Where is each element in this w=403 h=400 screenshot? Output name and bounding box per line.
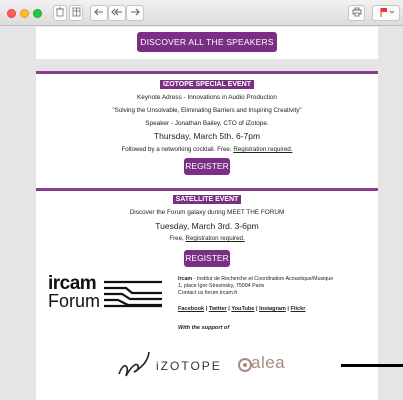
mail-toolbar — [0, 0, 403, 26]
flag-icon — [380, 8, 395, 17]
social-links: Facebook | Twitter | YouTube | Instagram… — [178, 306, 306, 312]
event-date: Thursday, March 5th. 6-7pm — [153, 131, 261, 141]
event-tag: IZOTOPE SPECIAL EVENT — [159, 80, 255, 89]
org-name: Ircam — [178, 276, 193, 282]
speaker-text: Speaker - Jonathan Bailey, CTO of iZotop… — [145, 120, 269, 127]
keynote-text: Keynote Adress - Innovations in Audio Pr… — [137, 94, 277, 101]
reply-all-icon — [111, 8, 122, 16]
footer-section: ircam Forum Ircam - Institut de Recherch… — [36, 271, 378, 400]
event-tag-line: SATELLITE EVENT — [36, 195, 378, 204]
close-window-button[interactable] — [7, 9, 16, 18]
support-text: With the support of — [178, 325, 230, 331]
logo-word-ircam: ircam — [48, 273, 97, 294]
reply-all-button[interactable] — [108, 5, 126, 21]
forum-text: Discover the Forum galaxy during MEET TH… — [129, 209, 285, 216]
print-icon — [352, 7, 361, 17]
trash-button[interactable] — [53, 5, 67, 21]
izotope-swirl-icon — [118, 351, 150, 377]
org-contact: Contact us forum.ircam.fr — [178, 290, 238, 296]
facebook-link[interactable]: Facebook — [178, 306, 204, 312]
registration-link[interactable]: Registration required. — [186, 235, 245, 242]
trash-icon — [56, 7, 64, 17]
keynote-subtitle: "Solving the Unsolvable, Eliminating Bar… — [112, 107, 302, 114]
forward-button[interactable] — [126, 5, 144, 21]
minimize-window-button[interactable] — [20, 9, 29, 18]
satellite-event-section: SATELLITE EVENT Discover the Forum galax… — [36, 188, 378, 273]
twitter-link[interactable]: Twitter — [209, 306, 227, 312]
archive-icon — [72, 7, 80, 17]
flickr-link[interactable]: Flickr — [291, 306, 306, 312]
flag-button[interactable] — [372, 5, 400, 21]
event-note: Free, Registration required. — [36, 235, 378, 243]
event-tag: SATELLITE EVENT — [172, 195, 242, 204]
event-date: Tuesday, March 3rd. 3-6pm — [155, 221, 259, 231]
speakers-section: DISCOVER ALL THE SPEAKERS — [36, 27, 378, 59]
org-description: - Institut de Recherche et Coordination … — [192, 276, 334, 282]
logo-word-forum: Forum — [48, 291, 101, 311]
alea-logo-text: alea — [251, 353, 286, 372]
izotope-event-section: IZOTOPE SPECIAL EVENT Keynote Adress - I… — [36, 71, 378, 203]
event-tag-line: IZOTOPE SPECIAL EVENT — [36, 80, 378, 89]
alea-logo-icon — [238, 358, 252, 372]
instagram-link[interactable]: Instagram — [259, 306, 286, 312]
org-address: 1, place Igor-Stravinsky, 75004 Paris — [178, 283, 265, 289]
event-note-text: Free, — [169, 235, 184, 242]
event-note-text: Followed by a networking cocktail. Free. — [121, 146, 232, 153]
org-info: Ircam - Institut de Recherche et Coordin… — [178, 276, 373, 297]
registration-link[interactable]: Registration required. — [233, 146, 292, 153]
register-button[interactable]: REGISTER — [184, 158, 230, 175]
izotope-logo-text: iZOTOPE — [156, 359, 222, 373]
register-button[interactable]: REGISTER — [184, 250, 230, 267]
reply-button[interactable] — [90, 5, 108, 21]
forward-icon — [131, 8, 140, 16]
reply-icon — [94, 8, 103, 16]
youtube-link[interactable]: YouTube — [231, 306, 254, 312]
print-button[interactable] — [348, 5, 365, 21]
forum-waves-logo — [104, 280, 162, 308]
cursor-bar — [341, 364, 403, 367]
event-note: Followed by a networking cocktail. Free.… — [36, 146, 378, 154]
zoom-window-button[interactable] — [33, 9, 42, 18]
discover-speakers-button[interactable]: DISCOVER ALL THE SPEAKERS — [137, 32, 277, 52]
archive-button[interactable] — [69, 5, 83, 21]
message-body[interactable]: DISCOVER ALL THE SPEAKERS IZOTOPE SPECIA… — [0, 27, 403, 400]
ircam-forum-logo: ircam Forum — [48, 273, 101, 311]
